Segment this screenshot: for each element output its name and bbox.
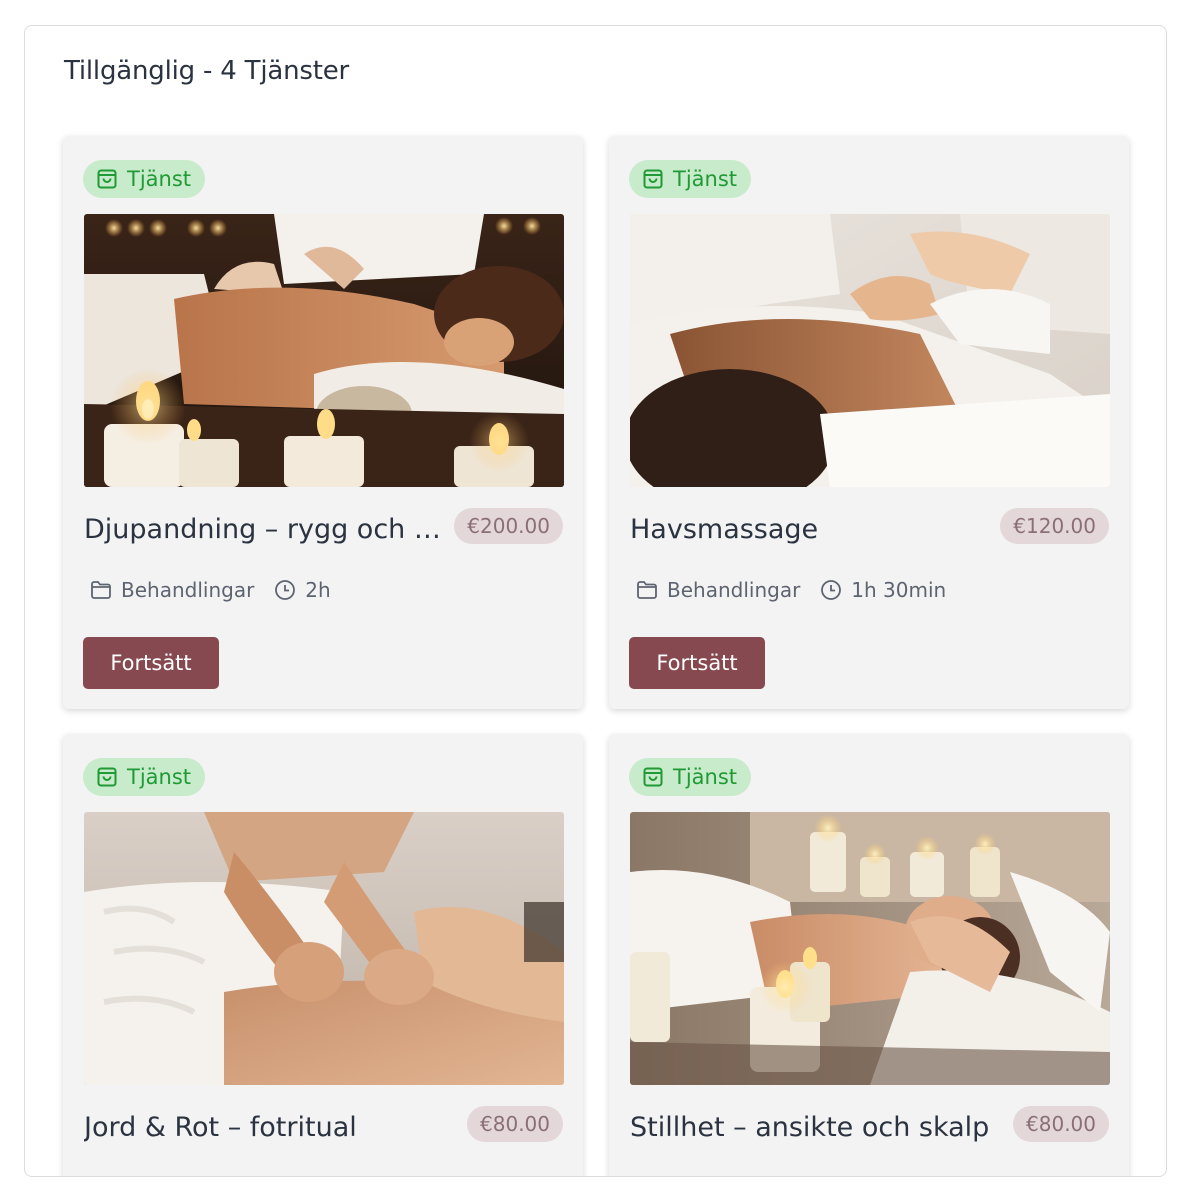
service-image-shoulder-massage[interactable]: [630, 214, 1110, 487]
continue-button[interactable]: Fortsätt: [83, 637, 219, 689]
service-title[interactable]: Stillhet – ansikte och skalp: [630, 1112, 1000, 1143]
service-badge: Tjänst: [83, 758, 206, 796]
service-title[interactable]: Djupandning – rygg och a…: [84, 514, 454, 545]
price-badge: €200.00: [454, 508, 563, 544]
service-card[interactable]: Tjänst Jord & Rot – fotritual €80.00: [63, 734, 583, 1176]
service-card[interactable]: Tjänst Havsmassage €120.00 Behandlingar …: [609, 136, 1129, 709]
shopping-bag-icon: [641, 765, 665, 789]
service-meta: Behandlingar 2h: [90, 578, 351, 602]
price-badge: €80.00: [1013, 1106, 1109, 1142]
badge-label: Tjänst: [127, 167, 192, 191]
badge-label: Tjänst: [673, 167, 738, 191]
service-image-face-massage[interactable]: [630, 812, 1110, 1085]
category-label: Behandlingar: [667, 578, 801, 602]
service-meta: Behandlingar 1h 30min: [636, 578, 966, 602]
duration-label: 1h 30min: [851, 578, 947, 602]
service-title[interactable]: Havsmassage: [630, 514, 1000, 545]
service-duration: 2h: [274, 578, 331, 602]
continue-button[interactable]: Fortsätt: [629, 637, 765, 689]
folder-icon: [90, 579, 112, 601]
panel-title: Tillgänglig - 4 Tjänster: [64, 56, 349, 86]
clock-icon: [820, 579, 842, 601]
service-duration: 1h 30min: [820, 578, 946, 602]
price-badge: €120.00: [1000, 508, 1109, 544]
category-label: Behandlingar: [121, 578, 255, 602]
service-category: Behandlingar: [636, 578, 800, 602]
shopping-bag-icon: [95, 167, 119, 191]
service-image-back-massage[interactable]: [84, 214, 564, 487]
service-card[interactable]: Tjänst: [609, 734, 1129, 1176]
service-category: Behandlingar: [90, 578, 254, 602]
price-badge: €80.00: [467, 1106, 563, 1142]
folder-icon: [636, 579, 658, 601]
badge-label: Tjänst: [127, 765, 192, 789]
shopping-bag-icon: [641, 167, 665, 191]
service-badge: Tjänst: [629, 160, 752, 198]
service-badge: Tjänst: [629, 758, 752, 796]
service-title[interactable]: Jord & Rot – fotritual: [84, 1112, 454, 1143]
service-image-foot-massage[interactable]: [84, 812, 564, 1085]
shopping-bag-icon: [95, 765, 119, 789]
clock-icon: [274, 579, 296, 601]
badge-label: Tjänst: [673, 765, 738, 789]
service-card[interactable]: Tjänst: [63, 136, 583, 709]
services-panel: Tillgänglig - 4 Tjänster Tjänst Djupandn…: [24, 25, 1167, 1177]
service-badge: Tjänst: [83, 160, 206, 198]
duration-label: 2h: [305, 578, 331, 602]
